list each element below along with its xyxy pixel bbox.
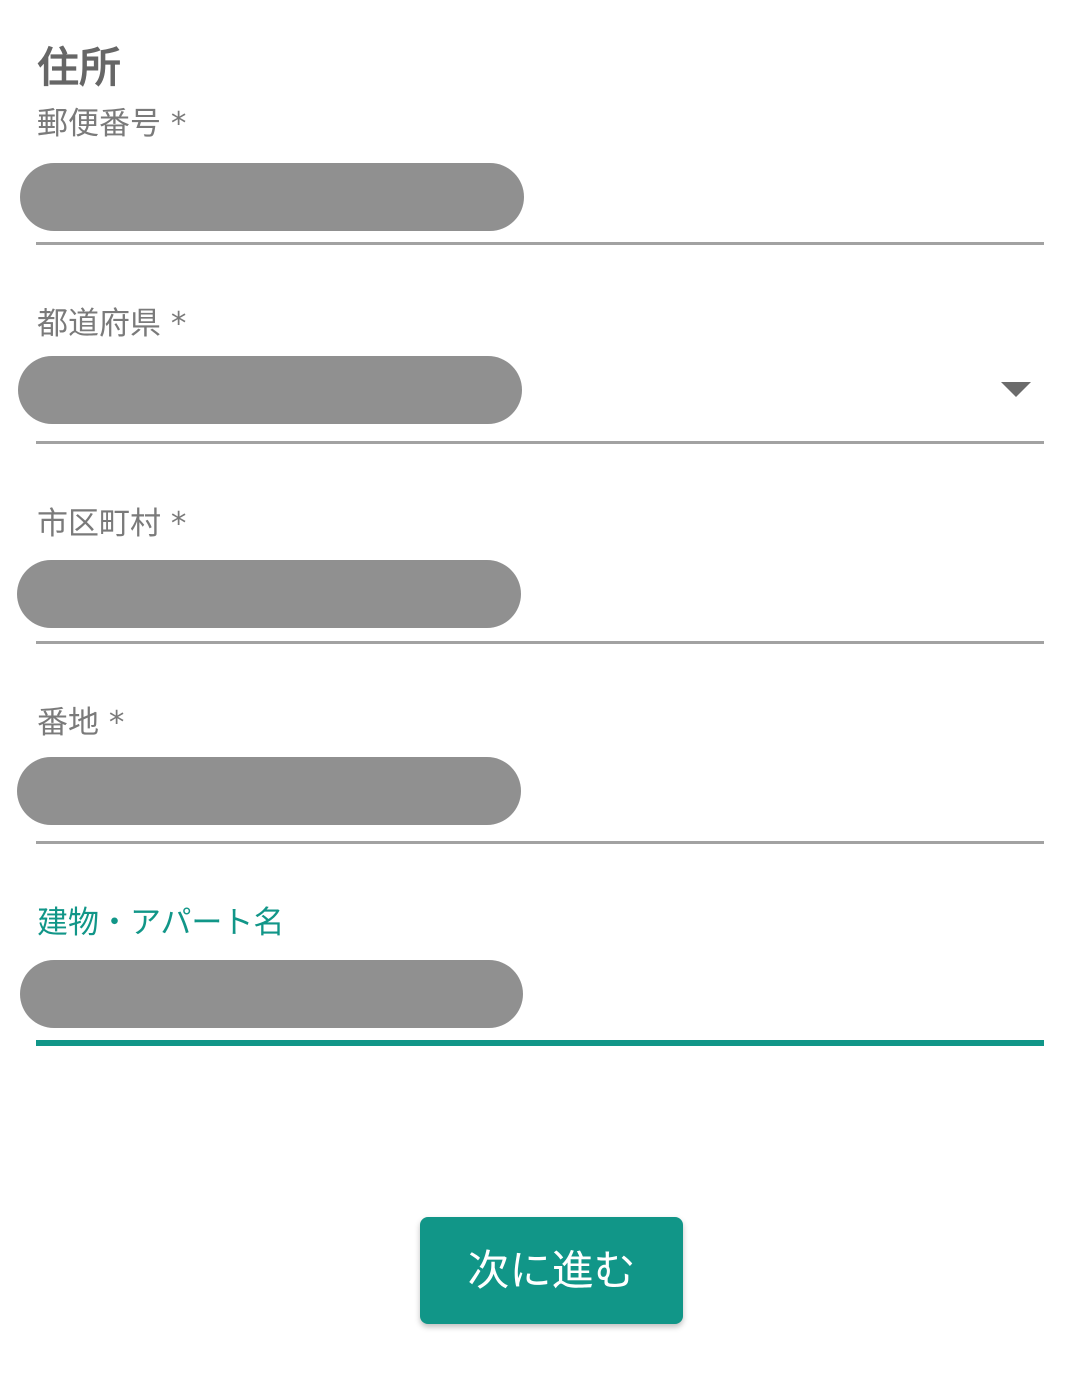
section-title: 住所: [37, 43, 122, 92]
prefecture-value-redacted[interactable]: [18, 356, 522, 424]
prefecture-underline: [36, 441, 1044, 444]
city-label: 市区町村 *: [37, 506, 187, 542]
street-address-value-redacted[interactable]: [17, 757, 521, 825]
prefecture-label: 都道府県 *: [37, 306, 187, 342]
street-address-underline: [36, 841, 1044, 844]
street-address-label: 番地 *: [37, 705, 125, 741]
city-underline: [36, 641, 1044, 644]
building-name-value-redacted[interactable]: [20, 960, 523, 1028]
building-name-underline: [36, 1040, 1044, 1046]
building-name-label: 建物・アパート名: [37, 905, 285, 941]
postal-code-label: 郵便番号 *: [37, 106, 187, 142]
next-button[interactable]: 次に進む: [420, 1217, 683, 1324]
postal-code-underline: [36, 242, 1044, 245]
caret-down-icon[interactable]: [1001, 382, 1031, 397]
city-value-redacted[interactable]: [17, 560, 521, 628]
postal-code-value-redacted[interactable]: [20, 163, 524, 231]
